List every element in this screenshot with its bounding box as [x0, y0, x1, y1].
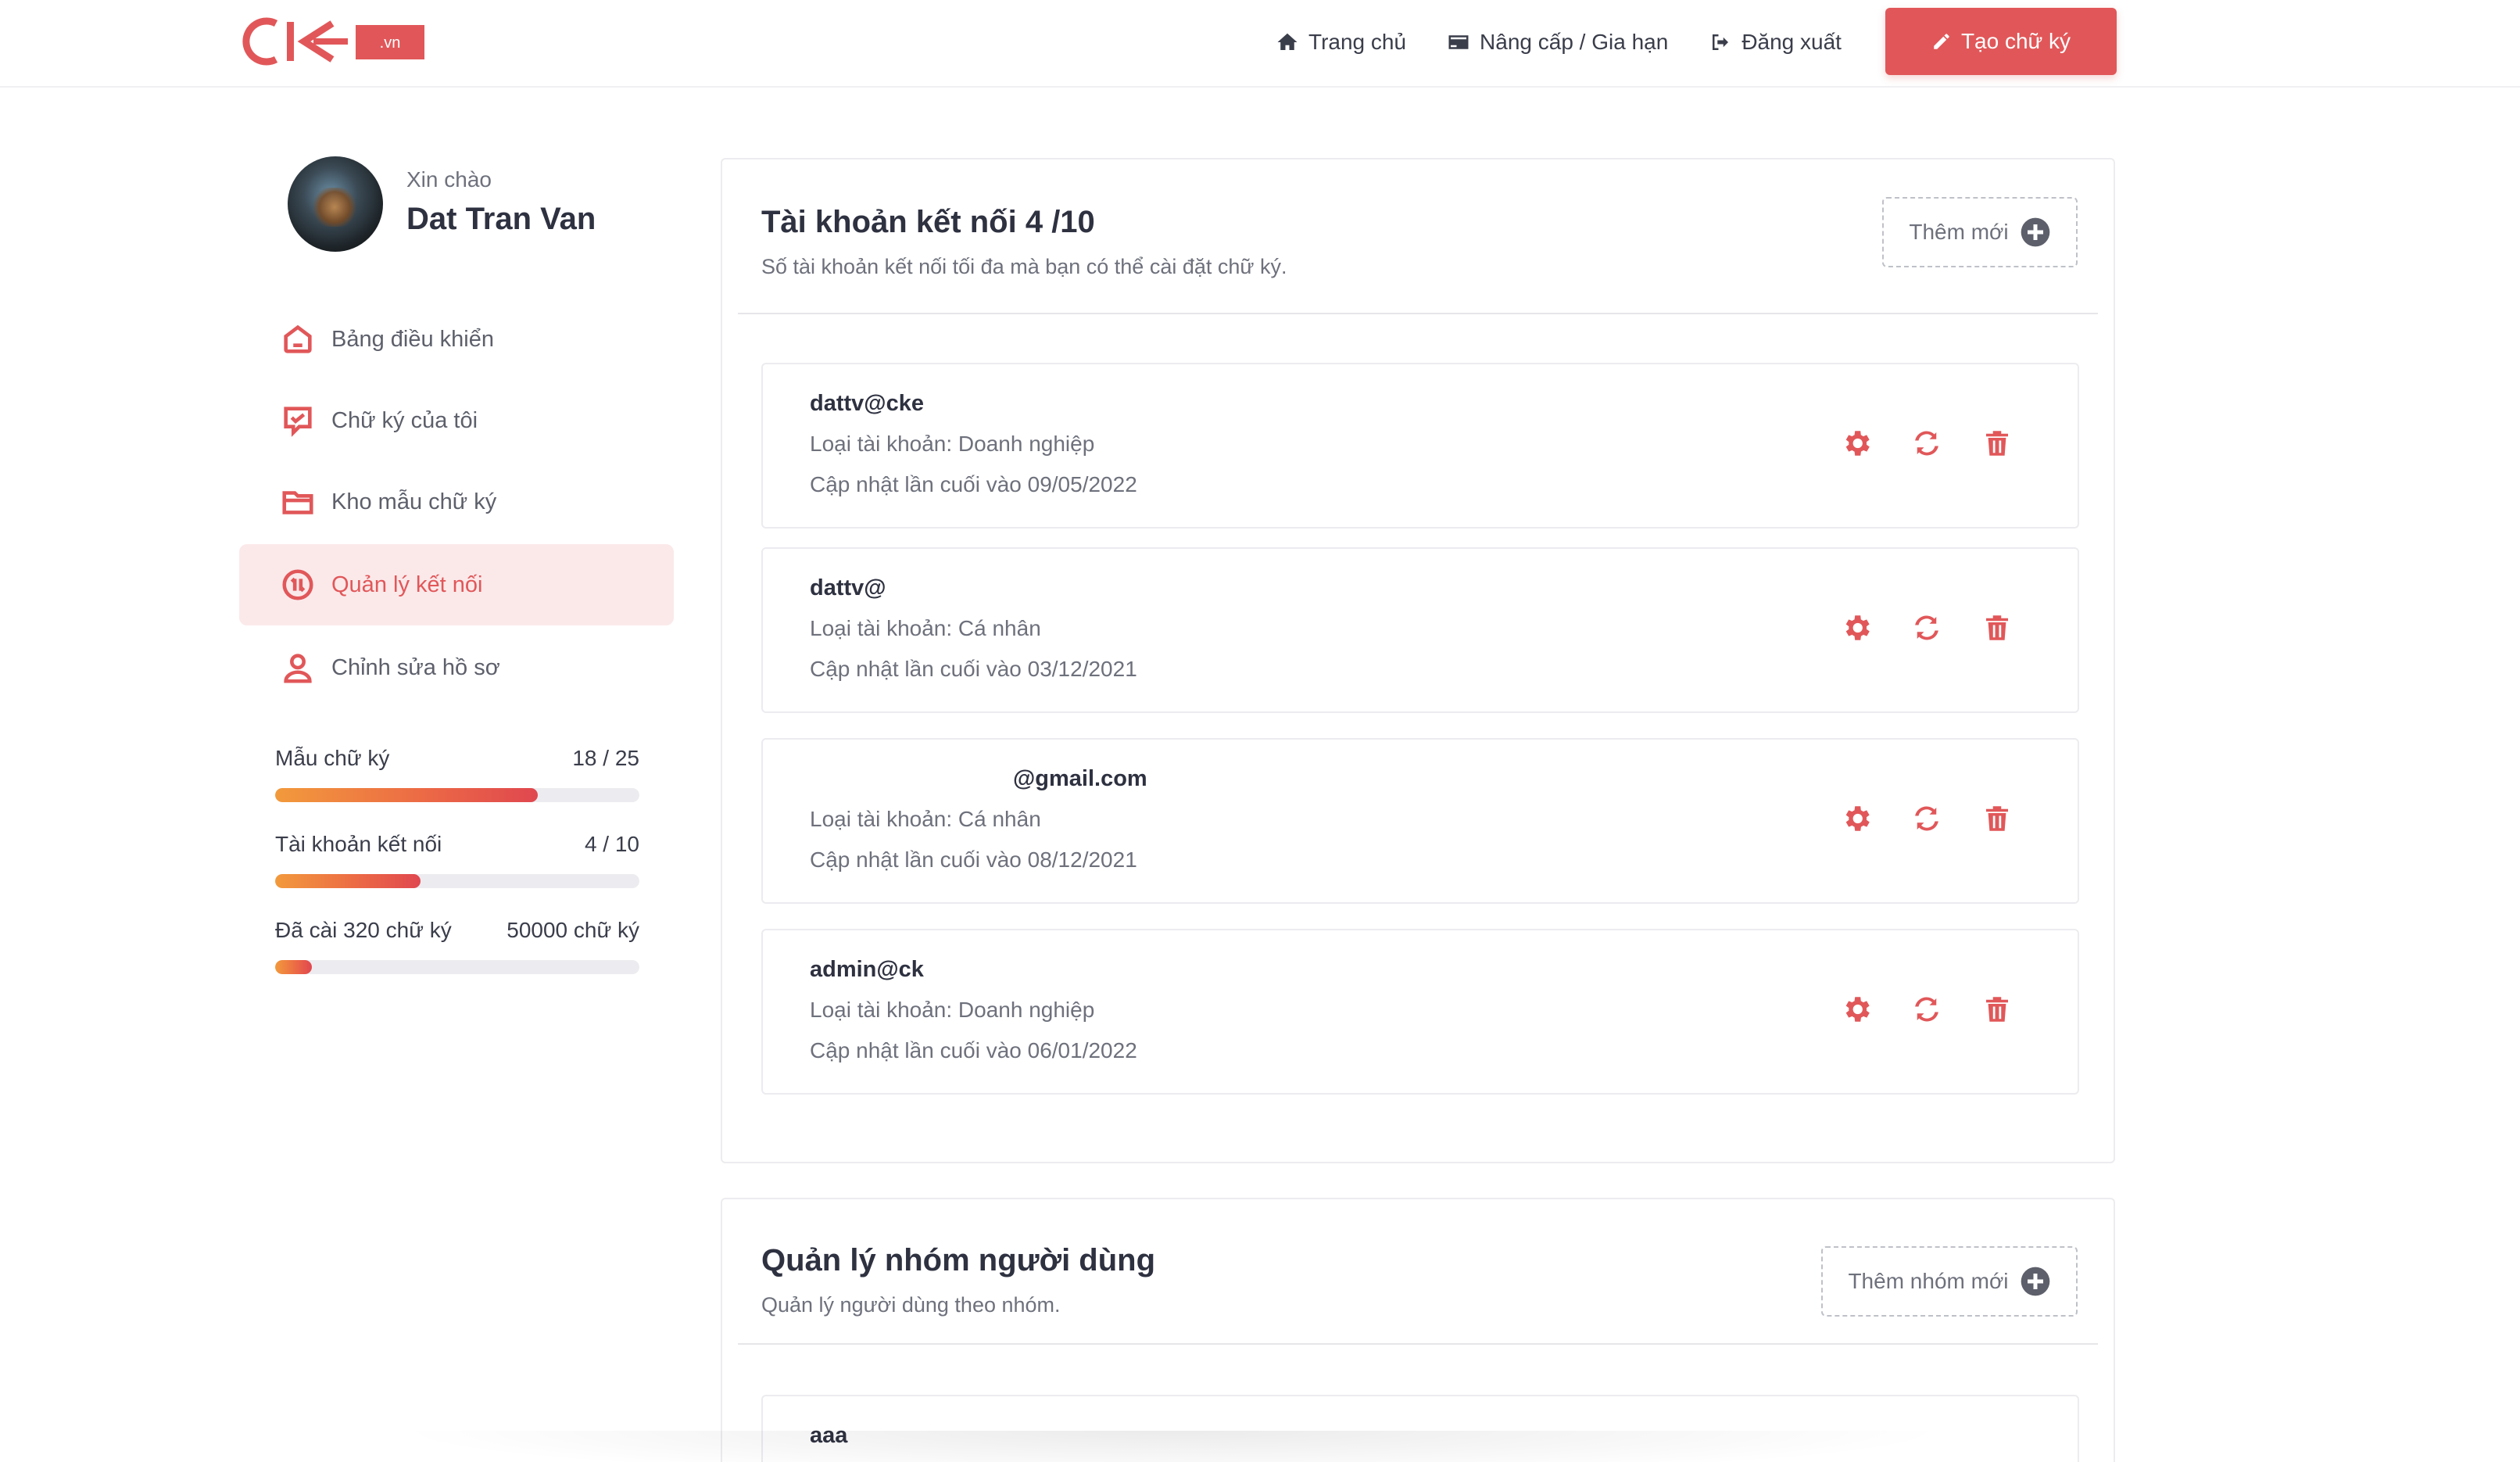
trash-icon[interactable]	[1981, 993, 2013, 1026]
add-account-label: Thêm mới	[1909, 220, 2009, 244]
trash-icon[interactable]	[1981, 427, 2013, 460]
sidebar-item-label: Quản lý kết nối	[331, 572, 483, 597]
stat-connections: Tài khoản kết nối 4 / 10	[275, 832, 639, 888]
progress-fill	[275, 788, 538, 802]
account-type: Loại tài khoản: Cá nhân	[810, 616, 1041, 640]
trash-icon[interactable]	[1981, 802, 2013, 835]
plus-circle-icon	[2021, 217, 2049, 247]
home-icon	[284, 324, 312, 353]
credit-card-icon	[1448, 35, 1469, 49]
account-type: Loại tài khoản: Doanh nghiệp	[810, 998, 1095, 1022]
account-type: Loại tài khoản: Doanh nghiệp	[810, 432, 1095, 456]
stat-value: 18 / 25	[572, 746, 639, 770]
refresh-icon[interactable]	[1910, 427, 1943, 460]
create-signature-label: Tạo chữ ký	[1960, 29, 2071, 53]
connected-accounts-card: Tài khoản kết nối 4 /10 Số tài khoản kết…	[721, 158, 2115, 1163]
greeting-text: Xin chào	[406, 167, 492, 192]
account-updated: Cập nhật lần cuối vào 08/12/2021	[810, 847, 1137, 872]
gear-icon[interactable]	[1840, 993, 1873, 1026]
stat-value: 4 / 10	[584, 832, 639, 856]
stat-label: Tài khoản kết nối	[275, 832, 442, 856]
stat-label: Mẫu chữ ký	[275, 746, 390, 770]
sidebar-item-label: Chỉnh sửa hồ sơ	[331, 654, 500, 680]
top-header: .vn Trang chủ Nâng cấp / Gia hạn Đăng xu…	[0, 0, 2520, 88]
signature-chat-icon	[284, 407, 312, 437]
gear-icon[interactable]	[1840, 802, 1873, 835]
account-updated: Cập nhật lần cuối vào 03/12/2021	[810, 657, 1137, 681]
sidebar-item-my-signatures[interactable]: Chữ ký của tôi	[239, 380, 674, 461]
refresh-icon[interactable]	[1910, 611, 1943, 644]
nav-home-label: Trang chủ	[1308, 30, 1407, 54]
connection-icon	[282, 569, 313, 600]
gear-icon[interactable]	[1840, 611, 1873, 644]
nav-upgrade[interactable]: Nâng cấp / Gia hạn	[1447, 30, 1668, 55]
sidebar-item-edit-profile[interactable]: Chỉnh sửa hồ sơ	[239, 627, 674, 708]
progress-bar	[275, 788, 639, 802]
progress-bar	[275, 960, 639, 974]
sidebar-item-dashboard[interactable]: Bảng điều khiển	[239, 299, 674, 380]
logo[interactable]: .vn	[238, 14, 426, 69]
plus-circle-icon	[2021, 1267, 2049, 1296]
card-title: Tài khoản kết nối 4 /10	[761, 205, 1095, 239]
account-email: dattv@	[810, 575, 886, 600]
account-row: dattv@cke Loại tài khoản: Doanh nghiệp C…	[761, 363, 2079, 529]
refresh-icon[interactable]	[1910, 993, 1943, 1026]
sidebar-item-label: Chữ ký của tôi	[331, 407, 478, 433]
main-nav: Trang chủ Nâng cấp / Gia hạn Đăng xuất	[1276, 0, 1842, 84]
account-type: Loại tài khoản: Cá nhân	[810, 807, 1041, 831]
card-subtitle: Quản lý người dùng theo nhóm.	[761, 1293, 1061, 1317]
nav-logout[interactable]: Đăng xuất	[1709, 30, 1842, 55]
account-updated: Cập nhật lần cuối vào 06/01/2022	[810, 1038, 1137, 1062]
sidebar-item-connections[interactable]: Quản lý kết nối	[239, 544, 674, 625]
user-icon	[284, 654, 312, 683]
progress-fill	[275, 960, 312, 974]
nav-home[interactable]: Trang chủ	[1276, 30, 1406, 55]
home-icon	[1277, 33, 1298, 50]
card-subtitle: Số tài khoản kết nối tối đa mà bạn có th…	[761, 255, 1287, 278]
logout-icon	[1713, 34, 1729, 50]
sidebar-item-label: Kho mẫu chữ ký	[331, 489, 497, 514]
account-email: admin@ck	[810, 957, 924, 982]
account-actions	[1840, 427, 2013, 460]
account-actions	[1840, 611, 2013, 644]
create-signature-button[interactable]: Tạo chữ ký	[1885, 8, 2117, 75]
account-row: admin@ck Loại tài khoản: Doanh nghiệp Cậ…	[761, 929, 2079, 1095]
user-name: Dat Tran Van	[406, 202, 596, 236]
nav-logout-label: Đăng xuất	[1741, 30, 1842, 54]
nav-upgrade-label: Nâng cấp / Gia hạn	[1480, 30, 1669, 54]
account-updated: Cập nhật lần cuối vào 09/05/2022	[810, 472, 1137, 496]
add-group-label: Thêm nhóm mới	[1848, 1269, 2009, 1293]
stat-label: Đã cài 320 chữ ký	[275, 918, 452, 942]
trash-icon[interactable]	[1981, 611, 2013, 644]
stat-value: 50000 chữ ký	[507, 918, 639, 942]
card-divider	[738, 1343, 2098, 1345]
sidebar-item-templates[interactable]: Kho mẫu chữ ký	[239, 461, 674, 543]
stat-templates: Mẫu chữ ký 18 / 25	[275, 746, 639, 802]
progress-fill	[275, 874, 421, 888]
account-email: dattv@cke	[810, 391, 924, 416]
account-actions	[1840, 802, 2013, 835]
pencil-icon	[1934, 34, 1949, 49]
account-email: @gmail.com	[1013, 766, 1147, 791]
account-actions	[1840, 993, 2013, 1026]
avatar	[288, 156, 383, 252]
add-account-button[interactable]: Thêm mới	[1882, 197, 2078, 267]
refresh-icon[interactable]	[1910, 802, 1943, 835]
card-title: Quản lý nhóm người dùng	[761, 1243, 1156, 1277]
user-groups-card: Quản lý nhóm người dùng Quản lý người dù…	[721, 1198, 2115, 1462]
card-divider	[738, 313, 2098, 314]
stat-installed: Đã cài 320 chữ ký 50000 chữ ký	[275, 918, 639, 974]
gear-icon[interactable]	[1840, 427, 1873, 460]
account-row: @gmail.com Loại tài khoản: Cá nhân Cập n…	[761, 738, 2079, 904]
progress-bar	[275, 874, 639, 888]
add-group-button[interactable]: Thêm nhóm mới	[1821, 1246, 2078, 1317]
scroll-shadow	[391, 1431, 1954, 1462]
account-row: dattv@ Loại tài khoản: Cá nhân Cập nhật …	[761, 547, 2079, 713]
sidebar-item-label: Bảng điều khiển	[331, 326, 494, 352]
folder-icon	[282, 491, 313, 514]
logo-badge-text: .vn	[380, 34, 401, 52]
